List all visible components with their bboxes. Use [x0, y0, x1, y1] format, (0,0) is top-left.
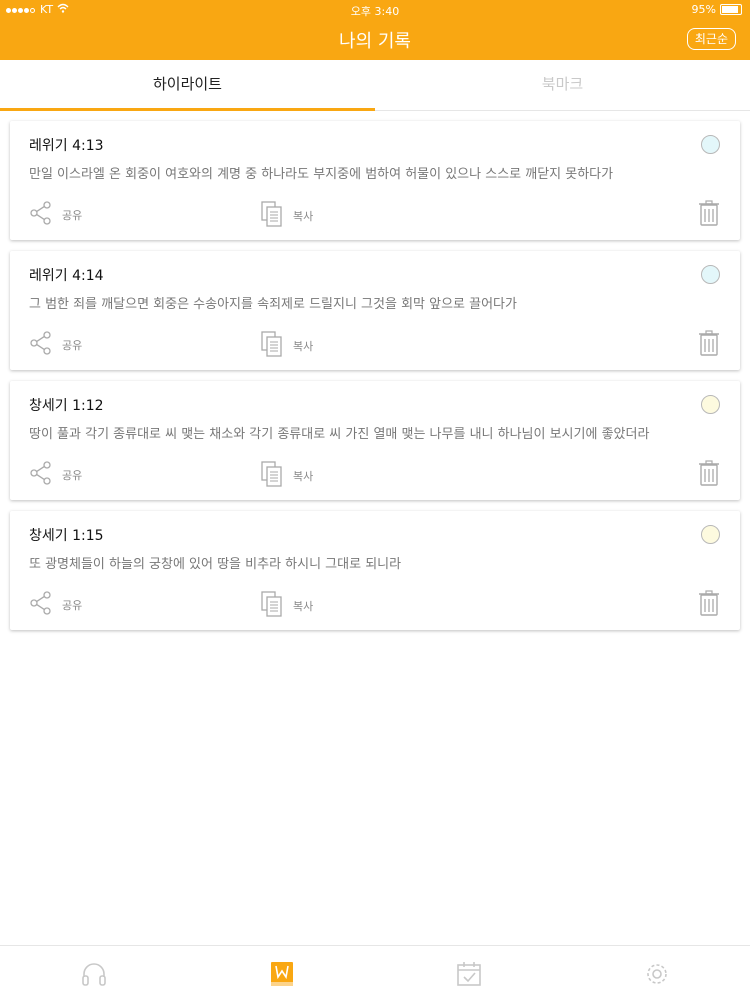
- copy-button[interactable]: 복사: [261, 331, 313, 360]
- tab-highlight-label: 하이라이트: [152, 75, 222, 93]
- record-reference: 창세기 1:12: [29, 398, 104, 414]
- share-button[interactable]: 공유: [30, 331, 82, 358]
- status-bar: KT 오후 3:40 95%: [0, 0, 750, 20]
- record-verse-text: 그 범한 죄를 깨달으면 회중은 수송아지를 속죄제로 드릴지니 그것을 회막 …: [29, 297, 517, 312]
- copy-button[interactable]: 복사: [261, 591, 313, 620]
- status-time: 오후 3:40: [350, 5, 400, 18]
- share-label: 공유: [62, 598, 83, 612]
- record-verse-text: 땅이 풀과 각기 종류대로 씨 맺는 채소와 각기 종류대로 씨 가진 열매 맺…: [29, 427, 650, 442]
- tab-bookmark[interactable]: 북마크: [375, 60, 750, 110]
- copy-label: 복사: [293, 209, 314, 223]
- tab-active-indicator: [0, 108, 375, 111]
- record-card: 창세기 1:12 땅이 풀과 각기 종류대로 씨 맺는 채소와 각기 종류대로 …: [10, 381, 740, 500]
- calendar-check-icon[interactable]: [455, 960, 483, 988]
- share-button[interactable]: 공유: [30, 591, 82, 618]
- segment-tabs: 하이라이트 북마크: [0, 60, 750, 111]
- copy-label: 복사: [293, 469, 314, 483]
- tab-bookmark-label: 북마크: [541, 75, 584, 93]
- copy-button[interactable]: 복사: [261, 461, 313, 490]
- copy-icon: [261, 591, 283, 620]
- gear-icon[interactable]: [643, 960, 671, 988]
- record-reference: 레위기 4:13: [29, 138, 104, 154]
- status-right: 95%: [692, 3, 742, 16]
- copy-label: 복사: [293, 599, 314, 613]
- highlight-color-dot[interactable]: [701, 395, 720, 414]
- trash-icon[interactable]: [698, 200, 720, 230]
- headphones-icon[interactable]: [80, 960, 108, 988]
- share-label: 공유: [62, 338, 83, 352]
- trash-icon[interactable]: [698, 460, 720, 490]
- highlight-color-dot[interactable]: [701, 135, 720, 154]
- share-icon: [30, 461, 52, 488]
- record-verse-text: 만일 이스라엘 온 회중이 여호와의 계명 중 하나라도 부지중에 범하여 허물…: [29, 167, 614, 182]
- copy-icon: [261, 201, 283, 230]
- share-icon: [30, 201, 52, 228]
- share-button[interactable]: 공유: [30, 201, 82, 228]
- record-reference: 레위기 4:14: [29, 268, 104, 284]
- battery-icon: [720, 4, 742, 15]
- trash-icon[interactable]: [698, 330, 720, 360]
- nav-bar: 나의 기록 최근순: [0, 20, 750, 60]
- tab-highlight[interactable]: 하이라이트: [0, 60, 375, 111]
- record-verse-text: 또 광명체들이 하늘의 궁창에 있어 땅을 비추라 하시니 그대로 되니라: [29, 557, 402, 572]
- share-icon: [30, 331, 52, 358]
- trash-icon[interactable]: [698, 590, 720, 620]
- record-card: 레위기 4:14 그 범한 죄를 깨달으면 회중은 수송아지를 속죄제로 드릴지…: [10, 251, 740, 370]
- battery-percent: 95%: [691, 3, 716, 16]
- copy-icon: [261, 461, 283, 490]
- copy-button[interactable]: 복사: [261, 201, 313, 230]
- share-button[interactable]: 공유: [30, 461, 82, 488]
- share-label: 공유: [62, 208, 83, 222]
- share-icon: [30, 591, 52, 618]
- highlight-color-dot[interactable]: [701, 525, 720, 544]
- bookmark-book-icon[interactable]: [268, 960, 296, 988]
- sort-button[interactable]: 최근순: [686, 28, 736, 50]
- copy-icon: [261, 331, 283, 360]
- page-title: 나의 기록: [339, 31, 411, 52]
- record-reference: 창세기 1:15: [29, 528, 104, 544]
- highlight-color-dot[interactable]: [701, 265, 720, 284]
- record-card: 창세기 1:15 또 광명체들이 하늘의 궁창에 있어 땅을 비추라 하시니 그…: [10, 511, 740, 630]
- copy-label: 복사: [293, 339, 314, 353]
- record-list: 레위기 4:13 만일 이스라엘 온 회중이 여호와의 계명 중 하나라도 부지…: [10, 121, 740, 641]
- share-label: 공유: [62, 468, 83, 482]
- record-card: 레위기 4:13 만일 이스라엘 온 회중이 여호와의 계명 중 하나라도 부지…: [10, 121, 740, 240]
- bottom-tab-bar: [0, 945, 750, 1001]
